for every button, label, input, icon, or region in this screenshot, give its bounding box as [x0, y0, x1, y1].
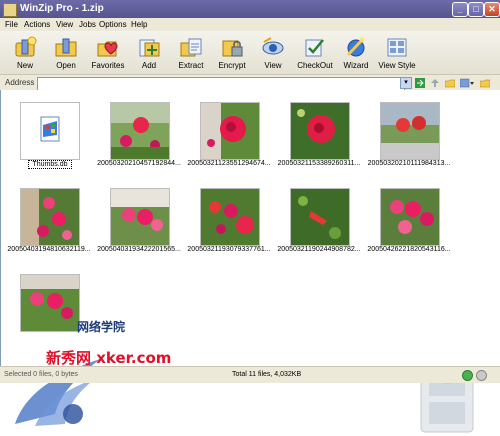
file-thumbnail: [200, 102, 260, 160]
file-thumbnail: [380, 188, 440, 246]
status-bar: Selected 0 files, 0 bytes Total 11 files…: [0, 366, 500, 383]
encrypt-button[interactable]: Encrypt: [212, 34, 252, 72]
file-thumbnail: [20, 102, 80, 160]
folder-icon[interactable]: [445, 78, 455, 88]
menu-file[interactable]: File: [5, 20, 18, 29]
file-name: 20050321153389260311...: [277, 160, 361, 167]
title-bar: WinZip Pro - 1.zip _ □ ✕: [0, 0, 500, 18]
wizard-button[interactable]: Wizard: [336, 34, 376, 72]
address-input[interactable]: [37, 77, 405, 91]
file-thumbnail: [20, 188, 80, 246]
favorites-icon: [97, 41, 118, 57]
file-thumbnail: [110, 102, 170, 160]
file-name: 20050426221820543116...: [367, 246, 451, 253]
file-thumbnail: [380, 102, 440, 160]
toolbar: New Open Favorites Add Extract Encrypt V…: [0, 31, 500, 75]
window-title: WinZip Pro - 1.zip: [20, 3, 104, 14]
open-icon: [55, 38, 77, 57]
file-thumbnail: [290, 102, 350, 160]
view-style-button[interactable]: View Style: [377, 34, 417, 72]
flower-photo-icon: [111, 103, 169, 159]
file-item[interactable]: Thumbs.db: [3, 94, 95, 172]
views-dropdown-icon[interactable]: [460, 78, 474, 88]
status-selection: Selected 0 files, 0 bytes: [4, 371, 78, 378]
file-item[interactable]: 20050320210457192844...: [93, 94, 185, 172]
file-item[interactable]: 20050403194810632119...: [3, 180, 95, 258]
menu-view[interactable]: View: [56, 20, 73, 29]
extract-button[interactable]: Extract: [171, 34, 211, 72]
minimize-button[interactable]: _: [452, 2, 468, 17]
file-item[interactable]: 20050321193079337761...: [183, 180, 275, 258]
maximize-button[interactable]: □: [468, 2, 484, 17]
encrypt-icon: [222, 40, 243, 57]
address-dropdown-button[interactable]: ▾: [400, 77, 412, 89]
add-icon: [139, 39, 160, 57]
checkout-button[interactable]: CheckOut: [295, 34, 335, 72]
file-thumbnail: [200, 188, 260, 246]
menu-actions[interactable]: Actions: [24, 20, 50, 29]
flower-photo-icon: [111, 189, 169, 245]
flower-photo-icon: [201, 103, 259, 159]
status-green-icon: [462, 370, 473, 381]
file-list-pane[interactable]: Thumbs.db 20050320210457192844... 200503…: [0, 90, 500, 433]
file-item[interactable]: 20050426221820543116...: [363, 180, 455, 258]
flower-photo-icon: [201, 189, 259, 245]
add-button[interactable]: Add: [129, 34, 169, 72]
menu-jobs[interactable]: Jobs: [79, 20, 96, 29]
menu-help[interactable]: Help: [131, 20, 147, 29]
up-folder-icon[interactable]: [430, 78, 440, 88]
wizard-icon: [346, 37, 365, 57]
view-style-icon: [387, 38, 407, 57]
flower-photo-icon: [291, 189, 349, 245]
favorites-button[interactable]: Favorites: [88, 34, 128, 72]
close-button[interactable]: ✕: [484, 2, 500, 17]
file-name: 20050320210457192844...: [97, 160, 181, 167]
file-name: 20050321193079337761...: [187, 246, 271, 253]
status-total: Total 11 files, 4,032KB: [232, 371, 302, 378]
watermark-line1: 网络学院: [77, 320, 126, 334]
go-arrow-icon[interactable]: [415, 78, 425, 88]
file-thumbnail: [110, 188, 170, 246]
checkout-icon: [305, 39, 324, 57]
flower-photo-icon: [381, 103, 439, 159]
file-item[interactable]: 20050320210111984313...: [363, 94, 455, 172]
new-folder-icon[interactable]: [480, 78, 490, 88]
file-name: 20050403194810632119...: [7, 246, 91, 253]
address-bar: Address ▾: [0, 75, 500, 91]
file-item[interactable]: 20050321123551294674...: [183, 94, 275, 172]
flower-photo-icon: [381, 189, 439, 245]
menu-bar: File Actions View Jobs Options Help: [0, 18, 500, 32]
file-item[interactable]: 20050403193422201565...: [93, 180, 185, 258]
address-label: Address: [5, 78, 35, 87]
menu-options[interactable]: Options: [99, 20, 127, 29]
file-item[interactable]: 20050321153389260311...: [273, 94, 365, 172]
flower-photo-icon: [21, 275, 79, 331]
file-item[interactable]: 20050321190244908782...: [273, 180, 365, 258]
view-icon: [262, 37, 284, 55]
file-name: 20050403193422201565...: [97, 246, 181, 253]
new-icon: [15, 36, 37, 57]
file-name: 20050321190244908782...: [277, 246, 361, 253]
flower-photo-icon: [291, 103, 349, 159]
status-grey-icon: [476, 370, 487, 381]
winzip-window: WinZip Pro - 1.zip _ □ ✕ File Actions Vi…: [0, 0, 500, 433]
view-style-label: View Style: [378, 61, 416, 70]
new-button[interactable]: New: [5, 34, 45, 72]
watermark-line2: 新秀网 xker.com: [46, 349, 172, 367]
file-thumbnail: [290, 188, 350, 246]
file-thumbnail: [20, 274, 80, 332]
extract-icon: [180, 38, 202, 57]
system-file-icon: [40, 116, 60, 142]
view-button[interactable]: View: [253, 34, 293, 72]
open-button[interactable]: Open: [46, 34, 86, 72]
file-name: Thumbs.db: [28, 160, 72, 169]
flower-photo-icon: [21, 189, 79, 245]
winzip-app-icon[interactable]: [3, 3, 17, 17]
file-name: 20050321123551294674...: [187, 160, 271, 167]
file-name: 20050320210111984313...: [367, 160, 451, 167]
